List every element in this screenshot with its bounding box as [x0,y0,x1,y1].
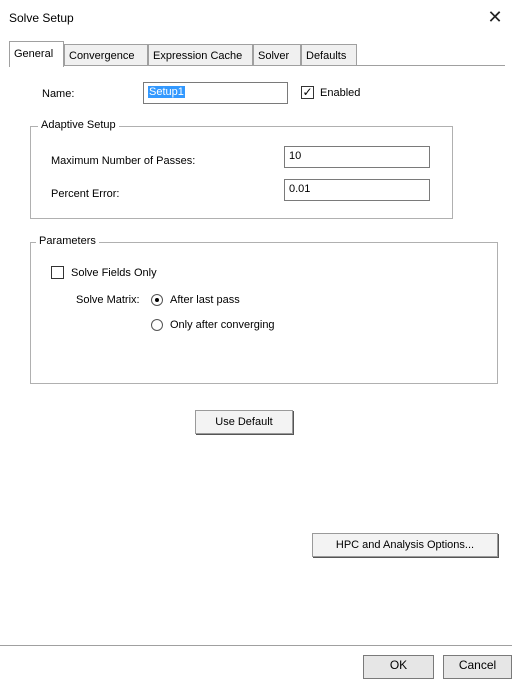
enabled-checkbox[interactable]: ✓ [301,86,314,99]
adaptive-setup-title: Adaptive Setup [38,119,119,131]
tab-solver[interactable]: Solver [253,44,301,65]
tab-convergence[interactable]: Convergence [64,44,148,65]
adaptive-setup-group [30,126,453,219]
window-title: Solve Setup [9,11,74,25]
solve-matrix-label: Solve Matrix: [76,294,140,306]
ok-button[interactable]: OK [363,655,434,679]
use-default-button[interactable]: Use Default [195,410,293,434]
close-icon: ✕ [487,7,503,27]
name-input[interactable]: Setup1 [143,82,288,104]
percent-error-input[interactable]: 0.01 [284,179,430,201]
solve-fields-only-checkbox[interactable] [51,266,64,279]
tab-label: General [14,48,54,60]
name-label: Name: [42,88,75,100]
parameters-group [30,242,498,384]
max-passes-input[interactable]: 10 [284,146,430,168]
tab-defaults[interactable]: Defaults [301,44,357,65]
only-after-converging-radio[interactable] [151,319,163,331]
parameters-title: Parameters [36,235,99,247]
tab-label: Defaults [306,50,347,62]
hpc-options-button[interactable]: HPC and Analysis Options... [312,533,498,557]
after-last-pass-label: After last pass [170,294,240,306]
percent-error-label: Percent Error: [51,188,120,200]
tab-label: Expression Cache [153,50,243,62]
solve-fields-only-label: Solve Fields Only [71,267,157,279]
footer-divider [0,645,512,646]
title-bar [0,0,512,36]
only-after-converging-label: Only after converging [170,319,275,331]
close-button[interactable]: ✕ [482,4,508,30]
tab-expression-cache[interactable]: Expression Cache [148,44,253,65]
tab-label: Convergence [69,50,135,62]
after-last-pass-radio[interactable] [151,294,163,306]
tab-label: Solver [258,50,290,62]
enabled-label: Enabled [320,87,361,99]
tab-general[interactable]: General [9,41,64,67]
name-value: Setup1 [148,86,185,98]
max-passes-label: Maximum Number of Passes: [51,155,196,167]
cancel-button[interactable]: Cancel [443,655,512,679]
